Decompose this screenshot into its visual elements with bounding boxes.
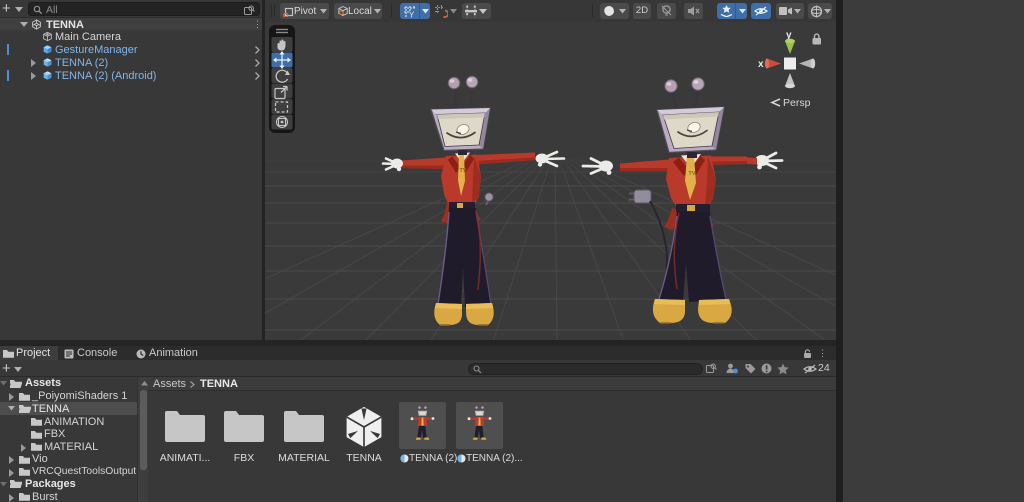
svg-text:Persp: Persp [783,97,811,109]
svg-text:TV: TV [689,171,696,177]
svg-text:x: x [758,59,764,70]
svg-text:TV: TV [460,168,467,174]
svg-text:Y: Y [409,10,415,18]
